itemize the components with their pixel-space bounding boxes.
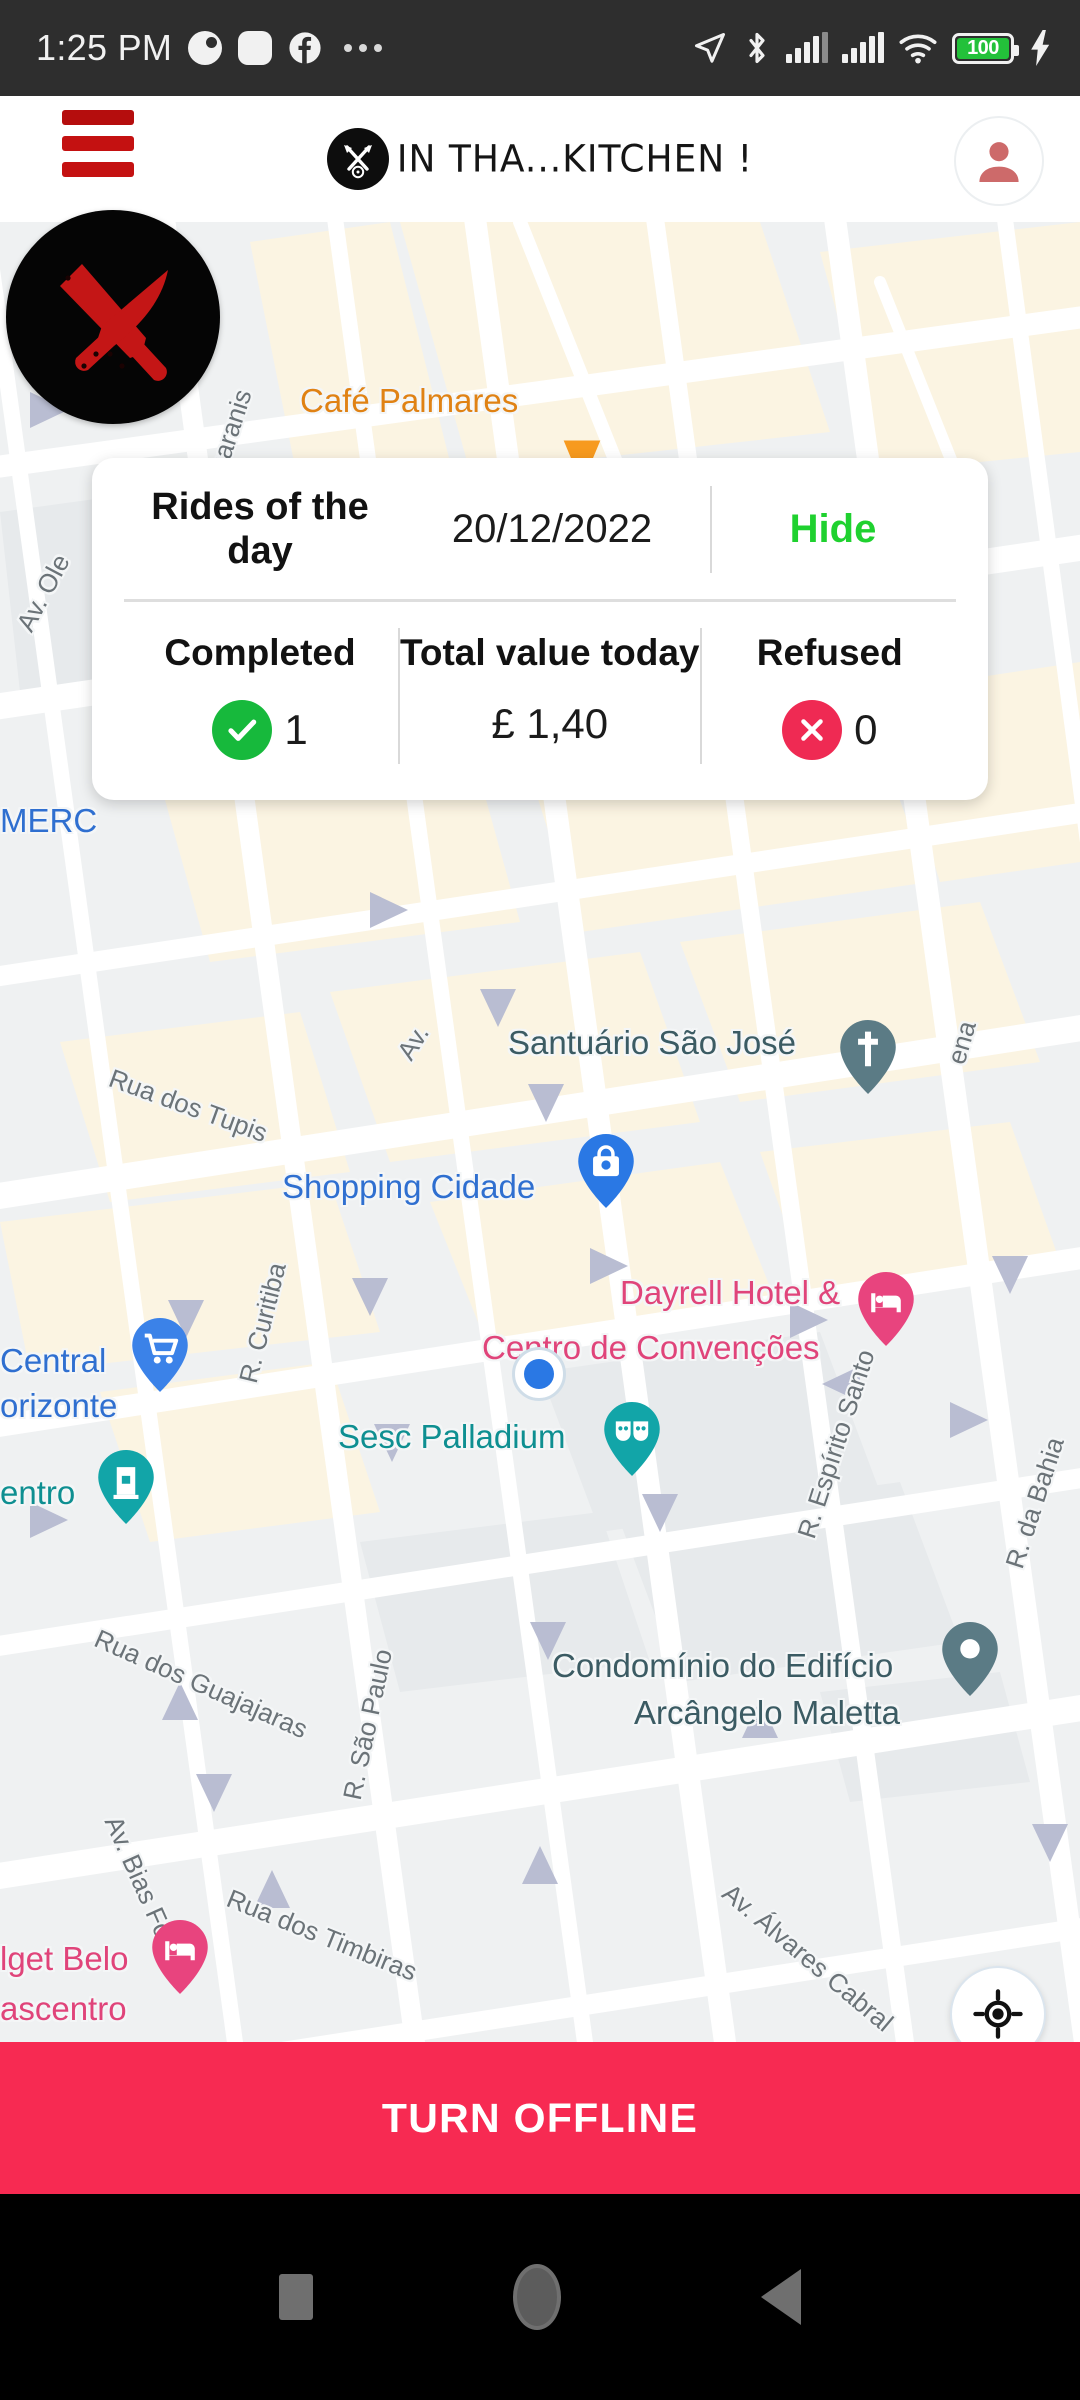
rides-of-the-day-card: Rides of the day 20/12/2022 Hide Complet… <box>92 458 988 801</box>
app-header: IN THA...KITCHEN ! <box>0 96 1080 222</box>
app-logo-overlay <box>6 210 220 424</box>
church-pin-icon[interactable] <box>840 1020 896 1094</box>
hide-button[interactable]: Hide <box>712 486 954 573</box>
stat-value-wrap: 1 <box>212 700 308 761</box>
stat-value-wrap: £ 1,40 <box>491 700 608 748</box>
phone-screen: 1:25 PM 100 IN THA...KITCHEN ! Av. Ole R… <box>0 0 1080 2400</box>
card-title: Rides of the day <box>151 486 369 572</box>
card-stats-row: Completed 1 Total value today £ 1,40 Ref… <box>92 602 988 782</box>
home-button[interactable] <box>513 2264 561 2330</box>
cross-circle-icon <box>782 700 843 761</box>
brand-logo: IN THA...KITCHEN ! <box>0 96 1080 222</box>
check-circle-icon <box>212 700 273 761</box>
hotel-pin-icon[interactable] <box>152 1920 208 1994</box>
clock-app-icon <box>188 31 223 65</box>
stat-label: Total value today <box>400 632 700 674</box>
more-notifications-icon <box>344 44 383 52</box>
status-time: 1:25 PM <box>36 27 173 68</box>
store-pin-icon[interactable] <box>132 1318 188 1392</box>
stat-value: 1 <box>284 706 308 754</box>
battery-level: 100 <box>967 37 999 59</box>
shopping-pin-icon[interactable] <box>578 1134 634 1208</box>
generic-pin-icon[interactable] <box>942 1622 998 1696</box>
turn-offline-label: TURN OFFLINE <box>381 2094 699 2141</box>
stat-total-value: Total value today £ 1,40 <box>400 628 702 765</box>
stat-value: £ 1,40 <box>491 700 609 748</box>
battery-icon: 100 <box>952 32 1019 64</box>
stat-value-wrap: 0 <box>782 700 878 761</box>
theater-pin-icon[interactable] <box>604 1402 660 1476</box>
stat-label: Refused <box>756 632 903 674</box>
charging-bolt-icon <box>1031 30 1050 66</box>
museum-pin-icon[interactable] <box>98 1450 154 1524</box>
avatar[interactable] <box>954 116 1044 206</box>
hotel-pin-icon[interactable] <box>858 1272 914 1346</box>
back-button[interactable] <box>761 2269 801 2325</box>
stat-completed: Completed 1 <box>122 628 400 765</box>
turn-offline-button[interactable]: TURN OFFLINE <box>0 2042 1080 2194</box>
card-date: 20/12/2022 <box>394 486 712 574</box>
stat-refused: Refused 0 <box>702 628 959 764</box>
status-bar-left: 1:25 PM <box>36 27 383 69</box>
facebook-icon <box>289 32 321 64</box>
brand-title: IN THA...KITCHEN ! <box>396 137 754 181</box>
person-icon <box>979 142 1019 182</box>
crossed-knives-icon <box>326 128 389 190</box>
wifi-icon <box>899 34 937 64</box>
card-header-row: Rides of the day 20/12/2022 Hide <box>92 464 988 599</box>
stat-value: 0 <box>854 706 878 754</box>
current-location-dot <box>512 1347 566 1401</box>
stat-label: Completed <box>164 632 356 674</box>
status-bar: 1:25 PM 100 <box>0 0 1080 96</box>
crossed-knives-icon <box>60 264 168 381</box>
signal-sim1-icon <box>786 32 828 63</box>
signal-sim2-icon <box>842 32 884 63</box>
note-app-icon <box>238 31 273 65</box>
crosshair-icon <box>973 1989 1023 2039</box>
status-bar-right: 100 <box>692 30 1054 66</box>
bluetooth-icon <box>749 32 765 64</box>
recents-button[interactable] <box>279 2274 313 2320</box>
location-arrow-icon <box>695 33 725 63</box>
menu-button[interactable] <box>62 110 134 177</box>
android-navigation-bar <box>0 2194 1080 2400</box>
